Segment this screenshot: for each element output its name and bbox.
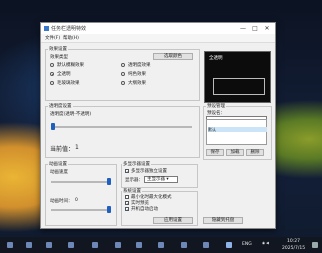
transparency-label: 透明度设置 (48, 103, 73, 109)
radio-default-blur[interactable] (50, 63, 54, 67)
transparency-slider[interactable] (51, 126, 192, 128)
transparency-slider-label: 透明度(透明-不透明) (50, 112, 92, 117)
app-icon-2[interactable] (92, 242, 98, 248)
app-icon-1[interactable] (68, 242, 74, 248)
live-preview-checkbox[interactable]: ✓ (125, 201, 129, 206)
preset-list[interactable]: 默认 (206, 119, 267, 145)
animation-time-label: 动画时间： (50, 199, 73, 204)
radio-transparency[interactable] (121, 63, 125, 67)
current-value-label: 当前值： (50, 146, 75, 153)
current-value: 1 (75, 144, 79, 151)
preset-list-item[interactable]: 默认 (208, 127, 267, 132)
radio-solid-color-label: 纯色效果 (128, 72, 146, 77)
min-max-mode-checkbox[interactable] (125, 195, 129, 199)
task-view-icon[interactable] (46, 242, 52, 248)
app-icon (44, 26, 49, 31)
minimize-button[interactable]: — (237, 24, 249, 33)
radio-acrylic-label: 毛玻璃效果 (57, 81, 80, 86)
start-icon[interactable] (7, 242, 13, 248)
tray-chevron-icon[interactable] (226, 242, 232, 248)
app-icon-6[interactable] (181, 242, 187, 248)
close-button[interactable]: ✕ (261, 24, 273, 33)
window-title: 任务栏透明特效 (51, 26, 87, 32)
animation-time-value: 0 (75, 198, 78, 203)
save-preset-button[interactable]: 保存 (206, 149, 224, 156)
preset-manager-label: 预设管理 (206, 103, 226, 109)
radio-full-transparent-label: 全透明 (57, 72, 71, 77)
network-icon[interactable]: ◉ ◀ (262, 241, 269, 245)
app-icon-4[interactable] (136, 242, 142, 248)
radio-outline[interactable] (121, 81, 125, 85)
monitor-select-value: 主显示器 (147, 177, 165, 182)
preview-label: 全透明 (209, 56, 223, 61)
animation-speed-label: 动画速度 (50, 170, 68, 175)
apply-settings-button[interactable]: 应用设置 (153, 217, 193, 224)
radio-outline-label: 大纲效果 (128, 81, 146, 86)
animation-speed-slider[interactable] (51, 181, 111, 183)
app-icon-7[interactable] (203, 242, 209, 248)
delete-preset-button[interactable]: 删除 (246, 149, 264, 156)
clock-time[interactable]: 10:27 (287, 239, 300, 244)
transparency-slider-thumb[interactable] (51, 123, 55, 130)
autostart-checkbox[interactable]: ✓ (125, 207, 129, 212)
effect-settings-label: 效果设置 (48, 46, 68, 52)
animation-speed-thumb[interactable] (107, 178, 111, 185)
multi-monitor-label: 多显示器设置 (122, 161, 151, 167)
hide-to-tray-button[interactable]: 隐藏到托盘 (203, 217, 243, 224)
search-icon[interactable] (26, 242, 32, 248)
app-window: 任务栏透明特效 — □ ✕ 文件(F) 帮助(H) 效果设置 效果类型 默认模糊… (40, 22, 276, 229)
radio-full-transparent[interactable] (50, 72, 54, 76)
radio-solid-color[interactable] (121, 72, 125, 76)
multi-monitor-checkbox[interactable]: ✓ (125, 169, 129, 174)
maximize-button[interactable]: □ (249, 24, 261, 33)
animation-label: 动画设置 (48, 161, 68, 167)
preview-taskbar-box (213, 78, 265, 95)
monitor-label: 显示器： (125, 178, 143, 183)
input-language[interactable]: ENG (242, 242, 252, 247)
notification-icon[interactable] (312, 242, 318, 248)
autostart-label: 开机自动启动 (131, 207, 158, 212)
load-preset-button[interactable]: 加载 (226, 149, 244, 156)
multi-monitor-checkbox-label: 多显示器独立设置 (131, 169, 167, 174)
effect-type-label: 效果类型 (50, 55, 68, 60)
choose-color-button[interactable]: 选取颜色 (153, 53, 193, 60)
clock-date[interactable]: 2025/7/15 (282, 246, 305, 251)
menu-file[interactable]: 文件(F) (45, 35, 60, 41)
radio-default-blur-label: 默认模糊效果 (57, 63, 84, 68)
radio-acrylic[interactable] (50, 81, 54, 85)
menu-help[interactable]: 帮助(H) (63, 35, 79, 41)
app-icon-5[interactable] (158, 242, 164, 248)
menu-bar: 文件(F) 帮助(H) (41, 34, 275, 43)
monitor-select[interactable]: 主显示器 ▾ (144, 176, 178, 183)
animation-time-slider[interactable] (51, 209, 111, 211)
effect-preview: 全透明 (204, 51, 271, 103)
radio-transparency-label: 透明度效果 (128, 63, 151, 68)
animation-time-thumb[interactable] (107, 206, 111, 213)
app-icon-3[interactable] (115, 242, 121, 248)
title-bar[interactable]: 任务栏透明特效 — □ ✕ (41, 23, 275, 34)
